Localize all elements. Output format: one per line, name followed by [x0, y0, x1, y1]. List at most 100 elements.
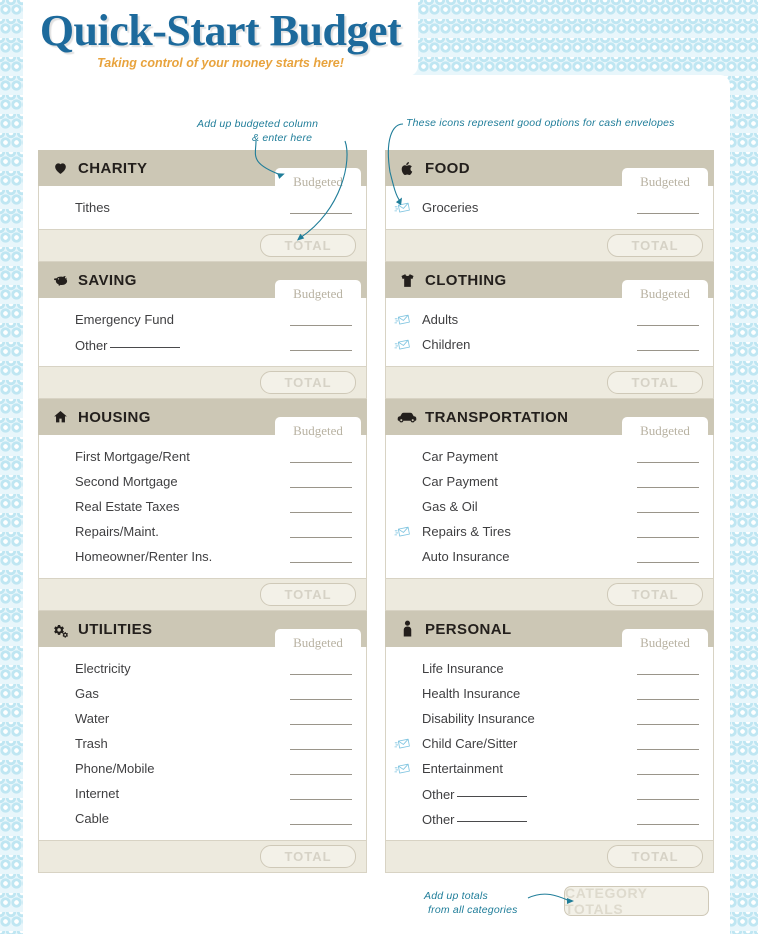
budgeted-amount-input[interactable] [637, 500, 699, 513]
budgeted-amount-input[interactable] [637, 662, 699, 675]
section-title: SAVING [78, 271, 137, 289]
envelope-placeholder [394, 450, 416, 464]
budgeted-amount-input[interactable] [637, 450, 699, 463]
budgeted-amount-input[interactable] [290, 787, 352, 800]
budget-line-item: Life Insurance [386, 656, 713, 681]
budgeted-amount-input[interactable] [637, 737, 699, 750]
section-total-box[interactable]: TOTAL [607, 371, 703, 394]
budget-line-item: Disability Insurance [386, 706, 713, 731]
write-in-blank[interactable] [109, 337, 180, 348]
item-label: Life Insurance [422, 661, 504, 676]
budgeted-amount-input[interactable] [637, 687, 699, 700]
item-label: Homeowner/Renter Ins. [75, 549, 213, 564]
section-total-box[interactable]: TOTAL [260, 583, 356, 606]
budget-column-left: CHARITY Budgeted Tithes TOTAL SAVING Budgeted… [38, 150, 367, 873]
section-items-personal: Life Insurance Health Insurance Disability… [385, 647, 714, 840]
item-label: Disability Insurance [422, 711, 535, 726]
budget-line-item: Health Insurance [386, 681, 713, 706]
budgeted-amount-input[interactable] [637, 762, 699, 775]
budgeted-amount-input[interactable] [290, 687, 352, 700]
cash-envelope-icon [394, 313, 416, 327]
envelope-placeholder [47, 525, 69, 539]
budgeted-amount-input[interactable] [637, 550, 699, 563]
budget-section-personal: PERSONAL Budgeted Life Insurance Health Ins… [385, 611, 714, 873]
budgeted-amount-input[interactable] [290, 525, 352, 538]
budgeted-amount-input[interactable] [290, 338, 352, 351]
item-label: Child Care/Sitter [422, 736, 518, 751]
budgeted-amount-input[interactable] [290, 201, 352, 214]
item-label: Emergency Fund [75, 312, 174, 327]
section-items-utilities: Electricity Gas Water Trash Phone/Mobile Inte… [38, 647, 367, 840]
section-total-box[interactable]: TOTAL [607, 583, 703, 606]
category-totals-box[interactable]: CATEGORY TOTALS [564, 885, 709, 917]
item-label: Phone/Mobile [75, 761, 155, 776]
section-total-box[interactable]: TOTAL [260, 845, 356, 868]
budgeted-amount-input[interactable] [637, 475, 699, 488]
section-total-box[interactable]: TOTAL [607, 234, 703, 257]
section-total-row-housing: TOTAL [38, 578, 367, 611]
total-label: TOTAL [284, 238, 332, 253]
budget-section-charity: CHARITY Budgeted Tithes TOTAL [38, 150, 367, 262]
write-in-blank[interactable] [456, 811, 527, 822]
section-total-row-utilities: TOTAL [38, 840, 367, 873]
cash-envelope-icon [394, 737, 416, 751]
total-label: TOTAL [631, 849, 679, 864]
budgeted-amount-input[interactable] [290, 500, 352, 513]
budgeted-column-tab-transportation: Budgeted [622, 417, 708, 444]
budgeted-amount-input[interactable] [637, 313, 699, 326]
budgeted-amount-input[interactable] [290, 550, 352, 563]
budgeted-amount-input[interactable] [290, 475, 352, 488]
section-title: HOUSING [78, 408, 151, 426]
budgeted-amount-input[interactable] [290, 662, 352, 675]
budgeted-label: Budgeted [640, 422, 690, 438]
item-label: Electricity [75, 661, 131, 676]
budget-line-item: Electricity [39, 656, 366, 681]
section-title: PERSONAL [425, 620, 512, 638]
budgeted-label: Budgeted [293, 634, 343, 650]
section-total-box[interactable]: TOTAL [260, 371, 356, 394]
budget-section-utilities: UTILITIES Budgeted Electricity Gas Water Tras… [38, 611, 367, 873]
envelope-placeholder [394, 812, 416, 826]
item-label: Tithes [75, 200, 110, 215]
budgeted-amount-input[interactable] [637, 712, 699, 725]
envelope-placeholder [47, 338, 69, 352]
item-label: Adults [422, 312, 459, 327]
budgeted-amount-input[interactable] [637, 201, 699, 214]
budgeted-amount-input[interactable] [290, 450, 352, 463]
budgeted-amount-input[interactable] [290, 762, 352, 775]
budgeted-amount-input[interactable] [290, 737, 352, 750]
budgeted-amount-input[interactable] [637, 525, 699, 538]
budget-line-item: Second Mortgage [39, 469, 366, 494]
budget-line-item: Gas & Oil [386, 494, 713, 519]
budgeted-amount-input[interactable] [290, 712, 352, 725]
item-label: Other [416, 811, 637, 827]
budget-line-item: Repairs & Tires [386, 519, 713, 544]
budgeted-amount-input[interactable] [290, 812, 352, 825]
budgeted-amount-input[interactable] [637, 812, 699, 825]
item-label: Internet [75, 786, 120, 801]
budgeted-amount-input[interactable] [290, 313, 352, 326]
total-label: TOTAL [631, 587, 679, 602]
envelope-placeholder [47, 450, 69, 464]
category-totals-row: CATEGORY TOTALS [38, 885, 714, 917]
section-title: FOOD [425, 159, 470, 177]
budget-line-item: Other [386, 781, 713, 806]
budget-line-item: Phone/Mobile [39, 756, 366, 781]
section-total-box[interactable]: TOTAL [607, 845, 703, 868]
section-total-row-personal: TOTAL [385, 840, 714, 873]
section-title: CHARITY [78, 159, 148, 177]
annotation-cash-envelopes: These icons represent good options for c… [406, 117, 675, 129]
budget-line-item: Trash [39, 731, 366, 756]
budgeted-amount-input[interactable] [637, 338, 699, 351]
item-label: Water [75, 711, 110, 726]
write-in-blank[interactable] [456, 786, 527, 797]
section-header-saving: SAVING Budgeted [38, 262, 367, 307]
budgeted-amount-input[interactable] [637, 787, 699, 800]
gears-icon [50, 619, 70, 639]
section-items-transportation: Car Payment Car Payment Gas & Oil Repairs &… [385, 435, 714, 578]
budgeted-column-tab-housing: Budgeted [275, 417, 361, 444]
envelope-placeholder [47, 550, 69, 564]
section-title: CLOTHING [425, 271, 507, 289]
budgeted-column-tab-charity: Budgeted [275, 168, 361, 195]
section-total-box[interactable]: TOTAL [260, 234, 356, 257]
